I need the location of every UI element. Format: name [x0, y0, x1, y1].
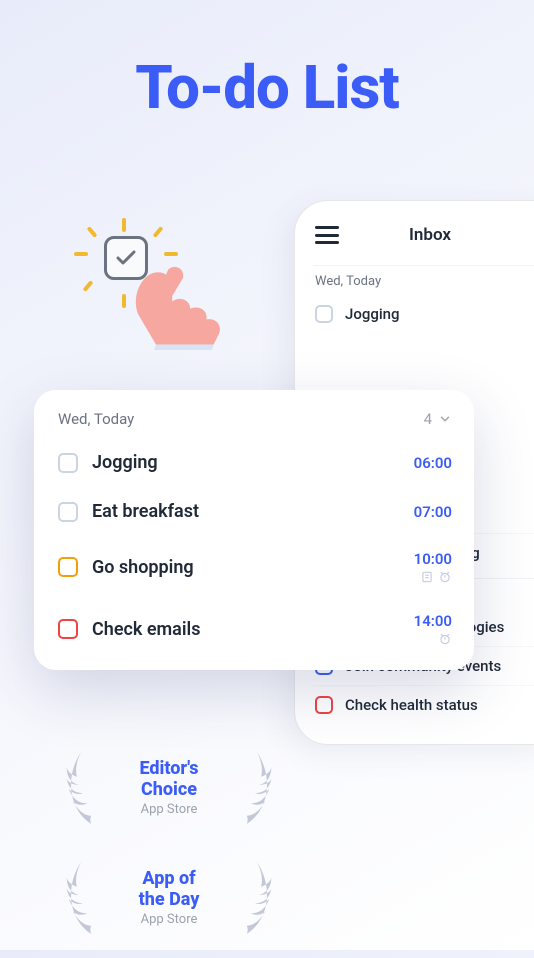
card-header-label: Wed, Today: [58, 410, 134, 428]
laurel-left-icon: [60, 746, 102, 828]
card-task-row[interactable]: Jogging 06:00: [58, 438, 452, 487]
phone-header-title: Inbox: [409, 225, 451, 245]
award-title: App ofthe Day: [139, 869, 200, 910]
card-task-time: 06:00: [414, 454, 452, 472]
card-task-time: 07:00: [414, 503, 452, 521]
card-task-time: 14:00: [414, 612, 452, 630]
page-title: To-do List: [0, 52, 534, 123]
card-task-name: Go shopping: [92, 557, 194, 578]
phone-today-header: Wed, Today: [313, 265, 534, 295]
award-subtitle: App Store: [139, 912, 200, 927]
pointing-hand-icon: [128, 260, 238, 350]
phone-task-row[interactable]: Check health status: [313, 685, 534, 724]
note-icon: [420, 570, 434, 584]
checkbox-icon[interactable]: [315, 305, 333, 323]
hand-tap-check-illustration: [60, 200, 220, 350]
card-count: 4: [424, 410, 432, 428]
checkbox-icon[interactable]: [58, 557, 78, 577]
card-task-name: Check emails: [92, 619, 200, 640]
chevron-down-icon: [438, 412, 452, 426]
awards-section: Editor'sChoice App Store App ofthe Day A…: [54, 738, 284, 958]
card-task-row[interactable]: Check emails 14:00: [58, 598, 452, 660]
alarm-icon: [438, 632, 452, 646]
card-task-name: Jogging: [92, 452, 158, 473]
award-title: Editor'sChoice: [139, 759, 198, 800]
today-card: Wed, Today 4 Jogging 06:00 Eat breakfast…: [34, 390, 474, 670]
award-badge: Editor'sChoice App Store: [54, 738, 284, 838]
checkbox-icon[interactable]: [315, 696, 333, 714]
card-task-row[interactable]: Eat breakfast 07:00: [58, 487, 452, 536]
phone-task-row[interactable]: Jogging: [313, 295, 534, 333]
laurel-right-icon: [236, 856, 278, 938]
card-task-name: Eat breakfast: [92, 501, 199, 522]
card-task-time: 10:00: [414, 550, 452, 568]
laurel-left-icon: [60, 856, 102, 938]
phone-task-label: Jogging: [345, 305, 400, 323]
phone-task-label: Check health status: [345, 696, 478, 714]
checkbox-icon[interactable]: [58, 502, 78, 522]
card-task-row[interactable]: Go shopping 10:00: [58, 536, 452, 598]
laurel-right-icon: [236, 746, 278, 828]
menu-icon[interactable]: [315, 226, 339, 244]
checkbox-icon[interactable]: [58, 619, 78, 639]
card-collapse-toggle[interactable]: 4: [424, 410, 452, 428]
award-badge: App ofthe Day App Store: [54, 848, 284, 948]
alarm-icon: [438, 570, 452, 584]
checkbox-icon[interactable]: [58, 453, 78, 473]
award-subtitle: App Store: [139, 802, 198, 817]
